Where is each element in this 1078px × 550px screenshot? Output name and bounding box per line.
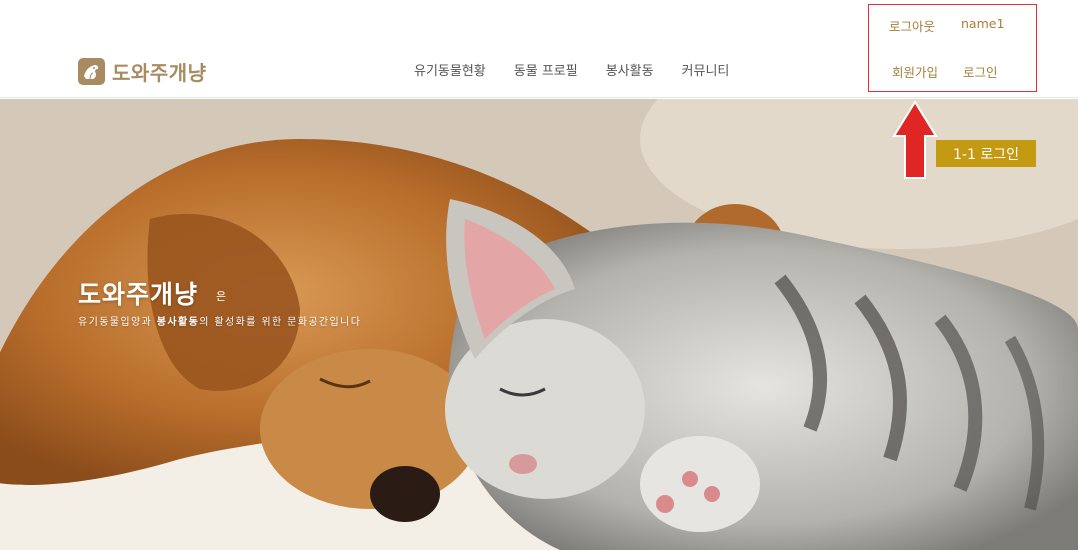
login-link[interactable]: 로그인	[963, 62, 998, 81]
hero-title-suffix: 은	[216, 290, 227, 303]
nav-item-community[interactable]: 커뮤니티	[682, 60, 730, 79]
hero-subtitle-part1: 유기동물입양과	[78, 317, 157, 328]
brand-name: 도와주개냥	[112, 60, 207, 85]
signup-link[interactable]: 회원가입	[892, 62, 938, 81]
user-name-link[interactable]: name1	[961, 16, 1004, 31]
hero-subtitle: 유기동물입양과 봉사활동의 활성화를 위한 문화공간입니다	[78, 313, 361, 328]
auth-highlight-box: 로그아웃 name1 회원가입 로그인	[868, 4, 1037, 92]
main-nav: 유기동물현황 동물 프로필 봉사활동 커뮤니티	[400, 60, 743, 79]
dog-cat-logo-icon	[78, 57, 105, 85]
annotation-label: 1-1 로그인	[936, 140, 1036, 167]
hero-subtitle-bold: 봉사활동	[156, 317, 200, 328]
site-header: 도와주개냥 유기동물현황 동물 프로필 봉사활동 커뮤니티 로그아웃 name1…	[0, 0, 1078, 98]
site-logo[interactable]: 도와주개냥	[78, 56, 207, 86]
nav-item-animal-profile[interactable]: 동물 프로필	[514, 60, 578, 79]
arrow-up-icon	[892, 100, 938, 179]
nav-item-shelter-status[interactable]: 유기동물현황	[414, 60, 486, 79]
logout-link[interactable]: 로그아웃	[889, 16, 935, 35]
hero-title: 도와주개냥	[78, 280, 199, 309]
nav-item-volunteer[interactable]: 봉사활동	[606, 60, 654, 79]
hero-subtitle-part2: 의 활성화를 위한 문화공간입니다	[199, 317, 362, 328]
